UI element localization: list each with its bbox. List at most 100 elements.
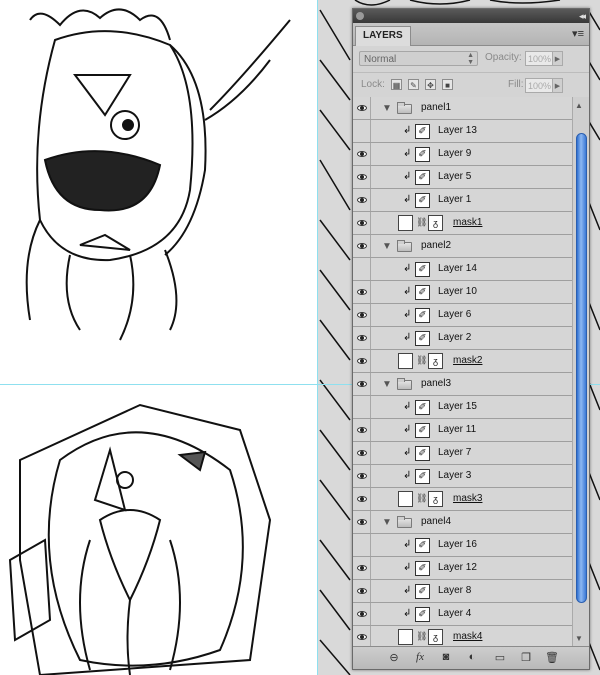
visibility-toggle[interactable] bbox=[353, 189, 371, 211]
visibility-toggle[interactable] bbox=[353, 396, 371, 418]
scrollbar-thumb[interactable] bbox=[576, 133, 587, 603]
fill-arrow-icon[interactable]: ▶ bbox=[553, 78, 563, 93]
layer-name: Layer 9 bbox=[438, 148, 472, 159]
layer-row[interactable]: ↲ ✐ Layer 8 bbox=[353, 580, 572, 603]
disclosure-triangle-icon[interactable]: ▼ bbox=[382, 517, 392, 528]
layer-name: Layer 10 bbox=[438, 286, 477, 297]
layer-row[interactable]: ↲ ✐ Layer 3 bbox=[353, 465, 572, 488]
layer-group-row[interactable]: ▼ panel1 bbox=[353, 97, 572, 120]
mask-layer-row[interactable]: ⛓ ᵹ mask1 bbox=[353, 212, 572, 235]
chain-link-icon[interactable]: ⛓ bbox=[416, 631, 427, 642]
eye-icon bbox=[357, 174, 367, 180]
visibility-toggle[interactable] bbox=[353, 327, 371, 349]
clipping-arrow-icon: ↲ bbox=[403, 562, 412, 573]
layer-group-row[interactable]: ▼ panel3 bbox=[353, 373, 572, 396]
layer-row[interactable]: ↲ ✐ Layer 1 bbox=[353, 189, 572, 212]
visibility-toggle[interactable] bbox=[353, 580, 371, 602]
opacity-arrow-icon[interactable]: ▶ bbox=[553, 51, 563, 66]
visibility-toggle[interactable] bbox=[353, 603, 371, 625]
panel-menu-icon[interactable]: ▾≡ bbox=[572, 27, 584, 40]
layer-row[interactable]: ↲ ✐ Layer 13 bbox=[353, 120, 572, 143]
disclosure-triangle-icon[interactable]: ▼ bbox=[382, 379, 392, 390]
layer-thumbnail-brush-icon: ✐ bbox=[415, 193, 430, 208]
new-layer-icon[interactable]: ❐ bbox=[519, 651, 533, 664]
layer-group-row[interactable]: ▼ panel2 bbox=[353, 235, 572, 258]
new-group-icon[interactable]: ▭ bbox=[493, 651, 507, 664]
visibility-toggle[interactable] bbox=[353, 235, 371, 257]
visibility-toggle[interactable] bbox=[353, 166, 371, 188]
disclosure-triangle-icon[interactable]: ▼ bbox=[382, 103, 392, 114]
visibility-toggle[interactable] bbox=[353, 465, 371, 487]
layer-thumbnail-brush-icon: ✐ bbox=[415, 331, 430, 346]
layer-row[interactable]: ↲ ✐ Layer 5 bbox=[353, 166, 572, 189]
layer-row[interactable]: ↲ ✐ Layer 14 bbox=[353, 258, 572, 281]
layer-thumbnail bbox=[398, 353, 413, 369]
layer-thumbnail-brush-icon: ✐ bbox=[415, 561, 430, 576]
layer-row[interactable]: ↲ ✐ Layer 16 bbox=[353, 534, 572, 557]
visibility-toggle[interactable] bbox=[353, 143, 371, 165]
visibility-toggle[interactable] bbox=[353, 626, 371, 647]
layer-row[interactable]: ↲ ✐ Layer 10 bbox=[353, 281, 572, 304]
visibility-toggle[interactable] bbox=[353, 258, 371, 280]
layers-list[interactable]: ▼ panel1 ↲ ✐ Layer 13 ↲ ✐ Layer 9 ↲ ✐ Layer 5 ↲ ✐ Lay… bbox=[353, 97, 572, 647]
visibility-toggle[interactable] bbox=[353, 373, 371, 395]
scroll-up-icon[interactable]: ▲ bbox=[575, 101, 583, 110]
layer-row[interactable]: ↲ ✐ Layer 12 bbox=[353, 557, 572, 580]
mask-layer-row[interactable]: ⛓ ᵹ mask4 bbox=[353, 626, 572, 647]
add-mask-icon[interactable]: ◙ bbox=[439, 651, 453, 663]
visibility-toggle[interactable] bbox=[353, 488, 371, 510]
layer-name: Layer 7 bbox=[438, 447, 472, 458]
layer-row[interactable]: ↲ ✐ Layer 2 bbox=[353, 327, 572, 350]
clipping-arrow-icon: ↲ bbox=[403, 539, 412, 550]
mask-thumbnail-icon: ᵹ bbox=[428, 491, 443, 507]
visibility-toggle[interactable] bbox=[353, 511, 371, 533]
layers-scrollbar[interactable]: ▲ ▼ bbox=[572, 97, 589, 647]
adjustment-layer-icon[interactable]: ◐ bbox=[465, 651, 479, 663]
folder-icon bbox=[397, 102, 412, 114]
fill-field[interactable]: 100% bbox=[525, 78, 553, 93]
visibility-toggle[interactable] bbox=[353, 534, 371, 556]
layer-row[interactable]: ↲ ✐ Layer 6 bbox=[353, 304, 572, 327]
visibility-toggle[interactable] bbox=[353, 97, 371, 119]
visibility-toggle[interactable] bbox=[353, 281, 371, 303]
layer-group-row[interactable]: ▼ panel4 bbox=[353, 511, 572, 534]
visibility-toggle[interactable] bbox=[353, 212, 371, 234]
panel-titlebar[interactable]: ◂◂ bbox=[353, 9, 589, 23]
scroll-down-icon[interactable]: ▼ bbox=[575, 634, 583, 643]
trash-icon[interactable]: 🗑 bbox=[545, 651, 559, 664]
layer-row[interactable]: ↲ ✐ Layer 9 bbox=[353, 143, 572, 166]
collapse-icon[interactable]: ◂◂ bbox=[579, 9, 586, 23]
visibility-toggle[interactable] bbox=[353, 120, 371, 142]
opacity-label: Opacity: bbox=[485, 52, 522, 63]
mask-layer-row[interactable]: ⛓ ᵹ mask2 bbox=[353, 350, 572, 373]
layer-row[interactable]: ↲ ✐ Layer 7 bbox=[353, 442, 572, 465]
disclosure-triangle-icon[interactable]: ▼ bbox=[382, 241, 392, 252]
opacity-field[interactable]: 100% bbox=[525, 51, 553, 66]
mask-thumbnail-icon: ᵹ bbox=[428, 215, 443, 231]
layer-name: Layer 15 bbox=[438, 401, 477, 412]
panel-footer: ⊖ fx ◙ ◐ ▭ ❐ 🗑 bbox=[353, 646, 589, 669]
lock-position-icon[interactable]: ✥ bbox=[425, 79, 436, 90]
link-layers-icon[interactable]: ⊖ bbox=[387, 651, 401, 664]
lock-all-icon[interactable]: ■ bbox=[442, 79, 453, 90]
lock-image-icon[interactable]: ✎ bbox=[408, 79, 419, 90]
tab-layers[interactable]: LAYERS bbox=[355, 26, 411, 46]
layer-row[interactable]: ↲ ✐ Layer 15 bbox=[353, 396, 572, 419]
lock-transparency-icon[interactable]: ▦ bbox=[391, 79, 402, 90]
visibility-toggle[interactable] bbox=[353, 442, 371, 464]
visibility-toggle[interactable] bbox=[353, 350, 371, 372]
layer-name: Layer 16 bbox=[438, 539, 477, 550]
layer-row[interactable]: ↲ ✐ Layer 4 bbox=[353, 603, 572, 626]
mask-layer-row[interactable]: ⛓ ᵹ mask3 bbox=[353, 488, 572, 511]
visibility-toggle[interactable] bbox=[353, 304, 371, 326]
close-icon[interactable] bbox=[356, 12, 364, 20]
layer-row[interactable]: ↲ ✐ Layer 11 bbox=[353, 419, 572, 442]
chain-link-icon[interactable]: ⛓ bbox=[416, 217, 427, 228]
chain-link-icon[interactable]: ⛓ bbox=[416, 493, 427, 504]
visibility-toggle[interactable] bbox=[353, 557, 371, 579]
fx-icon[interactable]: fx bbox=[413, 651, 427, 663]
chain-link-icon[interactable]: ⛓ bbox=[416, 355, 427, 366]
layer-name: Layer 2 bbox=[438, 332, 472, 343]
visibility-toggle[interactable] bbox=[353, 419, 371, 441]
blend-mode-select[interactable]: Normal ▲ ▼ bbox=[359, 51, 478, 66]
